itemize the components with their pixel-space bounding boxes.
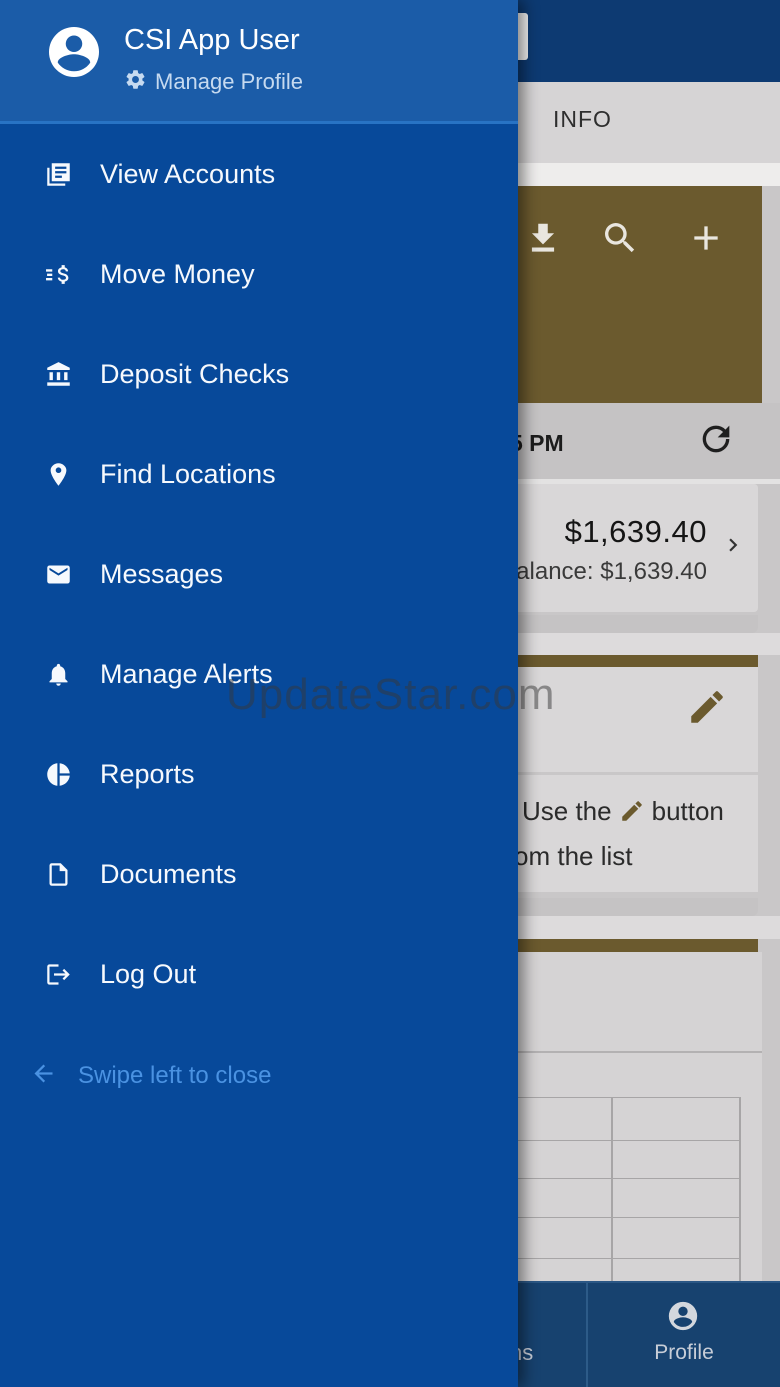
instruction-text: Use the	[522, 796, 612, 826]
person-icon	[666, 1301, 700, 1337]
user-avatar[interactable]	[44, 22, 104, 82]
instruction-line-1: Use the button	[522, 796, 724, 827]
sidebar-item-label: Find Locations	[100, 458, 276, 489]
bank-icon	[45, 361, 72, 388]
sidebar-item-label: Documents	[100, 858, 237, 889]
last-updated-time: 5 PM	[510, 430, 564, 456]
sidebar-item-label: Messages	[100, 558, 224, 589]
document-icon	[45, 861, 72, 888]
sidebar-item-find-locations[interactable]: Find Locations	[0, 424, 518, 524]
user-name: CSI App User	[124, 24, 300, 56]
sidebar-item-view-accounts[interactable]: View Accounts	[0, 124, 518, 224]
sidebar-item-messages[interactable]: Messages	[0, 524, 518, 624]
move-money-icon	[45, 261, 72, 288]
sidebar-item-label: Move Money	[100, 258, 255, 289]
drawer-header: CSI App User Manage Profile	[0, 0, 518, 124]
location-pin-icon	[45, 461, 72, 488]
tab-info[interactable]: INFO	[553, 106, 612, 133]
envelope-icon	[45, 561, 72, 588]
nav-profile-label[interactable]: Profile	[620, 1341, 748, 1365]
nav-divider	[586, 1283, 588, 1387]
sidebar-item-label: Deposit Checks	[100, 358, 290, 389]
account-detail-chevron[interactable]	[718, 530, 748, 564]
sidebar-item-reports[interactable]: Reports	[0, 724, 518, 824]
chevron-right-icon	[720, 532, 746, 563]
sidebar-item-label: Reports	[100, 758, 195, 789]
refresh-button[interactable]	[694, 419, 738, 463]
manage-profile-label: Manage Profile	[155, 69, 303, 94]
add-button[interactable]	[684, 218, 728, 262]
accounts-stack-icon	[45, 161, 72, 188]
bell-icon	[45, 661, 72, 688]
account-circle-icon	[49, 27, 99, 77]
sidebar-item-deposit-checks[interactable]: Deposit Checks	[0, 324, 518, 424]
watermark: UpdateStar.com	[226, 670, 556, 719]
instruction-line-2: om the list	[514, 841, 633, 871]
manage-profile-link[interactable]: Manage Profile	[124, 68, 303, 96]
pie-chart-icon	[45, 761, 72, 788]
download-button[interactable]	[521, 218, 565, 262]
app-screen: INFO 5 PM $1,639.40 alance: $1,639.40 Us…	[0, 0, 780, 1387]
logout-icon	[45, 961, 72, 988]
gear-icon	[124, 68, 147, 96]
pencil-icon	[621, 801, 642, 821]
search-icon	[600, 218, 640, 263]
sidebar-item-log-out[interactable]: Log Out	[0, 924, 518, 1024]
arrow-left-icon	[30, 1060, 57, 1092]
nav-tab-profile[interactable]	[666, 1299, 700, 1338]
table-column-line	[739, 1097, 741, 1283]
sidebar-item-documents[interactable]: Documents	[0, 824, 518, 924]
swipe-hint-label: Swipe left to close	[78, 1062, 272, 1089]
search-button[interactable]	[598, 218, 642, 262]
drawer-menu: View Accounts Move Money Deposit Checks …	[0, 124, 518, 1024]
sidebar-item-label: Log Out	[100, 958, 197, 989]
sidebar-item-label: View Accounts	[100, 158, 276, 189]
edit-button[interactable]	[684, 686, 730, 732]
instruction-text: button	[651, 796, 724, 826]
table-column-line	[611, 1097, 613, 1283]
sidebar-item-move-money[interactable]: Move Money	[0, 224, 518, 324]
swipe-to-close-hint[interactable]: Swipe left to close	[30, 1060, 271, 1092]
pencil-icon	[686, 686, 728, 733]
refresh-icon	[696, 419, 736, 464]
download-icon	[524, 219, 562, 262]
plus-icon	[686, 218, 726, 263]
